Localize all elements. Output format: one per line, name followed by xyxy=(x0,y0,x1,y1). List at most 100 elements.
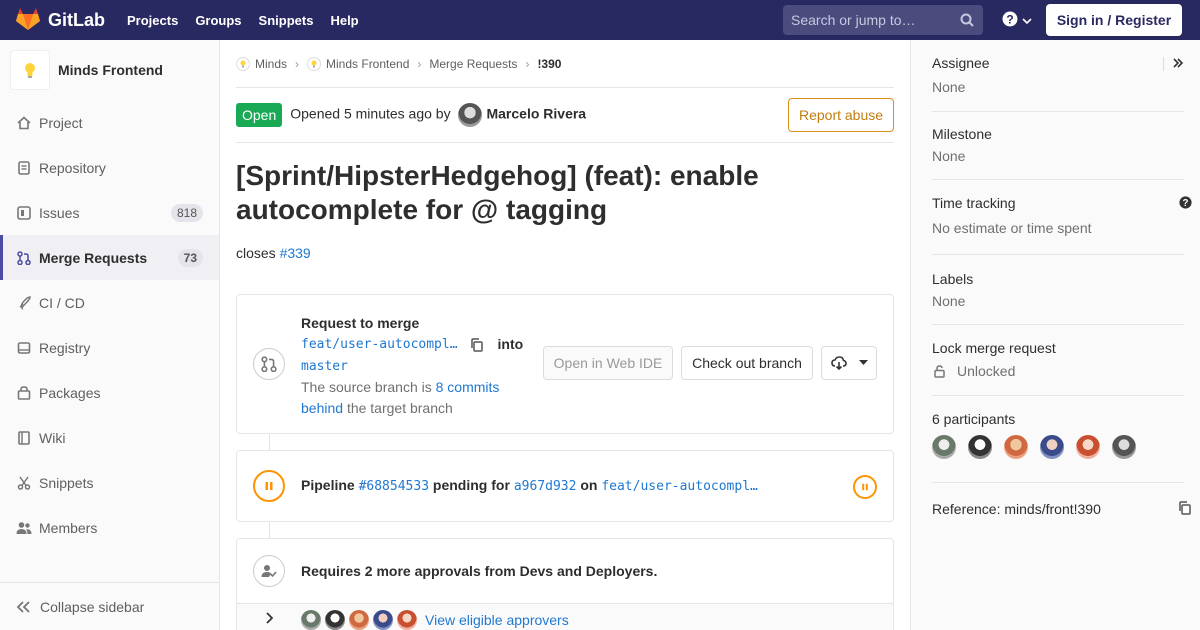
collapse-sidebar-button[interactable]: Collapse sidebar xyxy=(0,582,219,630)
doc-icon xyxy=(16,160,32,175)
approver-avatar[interactable] xyxy=(373,610,393,630)
sidebar-item-ci-cd[interactable]: CI / CD xyxy=(0,280,219,325)
pipeline-status-text: pending for xyxy=(432,477,510,493)
breadcrumb-minds[interactable]: Minds xyxy=(236,56,287,71)
help-dropdown[interactable]: ? xyxy=(1002,11,1032,30)
breadcrumb-current-mr[interactable]: !390 xyxy=(537,57,561,71)
pipeline-pending-icon[interactable] xyxy=(253,470,285,502)
pipeline-widget: Pipeline #68854533 pending for a967d932 … xyxy=(236,450,894,522)
divider xyxy=(932,482,1184,483)
divider xyxy=(932,111,1184,112)
participants-title: 6 participants xyxy=(932,411,1016,427)
sidebar-item-label: CI / CD xyxy=(39,294,85,311)
author-avatar[interactable] xyxy=(458,103,483,127)
issue-link[interactable]: #339 xyxy=(280,245,311,261)
sidebar-item-merge-requests[interactable]: Merge Requests 73 xyxy=(0,235,219,280)
report-abuse-button[interactable]: Report abuse xyxy=(788,98,894,132)
merge-requests-count-badge: 73 xyxy=(177,248,203,267)
sidebar-item-label: Repository xyxy=(39,159,106,176)
sign-in-button[interactable]: Sign in / Register xyxy=(1046,4,1182,36)
book-icon xyxy=(16,430,32,445)
sidebar-item-registry[interactable]: Registry xyxy=(0,325,219,370)
nav-help[interactable]: Help xyxy=(330,13,358,28)
approver-avatar[interactable] xyxy=(349,610,369,630)
search-input[interactable] xyxy=(791,12,956,28)
approval-icon xyxy=(253,555,285,587)
assignee-value: None xyxy=(932,79,966,95)
check-out-branch-button[interactable]: Check out branch xyxy=(681,346,813,380)
participant-avatar[interactable] xyxy=(1040,435,1064,459)
chevron-right-icon: › xyxy=(525,56,530,71)
nav-groups[interactable]: Groups xyxy=(195,13,241,28)
divider xyxy=(932,179,1184,180)
home-icon xyxy=(16,115,32,130)
milestone-value: None xyxy=(932,148,966,164)
labels-value: None xyxy=(932,293,966,309)
author-name[interactable]: Marcelo Rivera xyxy=(486,106,586,122)
approver-avatar[interactable] xyxy=(325,610,345,630)
left-sidebar: Minds Frontend Project Repository Issues… xyxy=(0,40,220,630)
nav-projects[interactable]: Projects xyxy=(127,13,178,28)
sidebar-item-members[interactable]: Members xyxy=(0,505,219,550)
sidebar-item-packages[interactable]: Packages xyxy=(0,370,219,415)
merge-request-icon xyxy=(16,250,32,265)
tanuki-icon xyxy=(16,7,40,33)
sidebar-item-label: Registry xyxy=(39,339,91,356)
approver-avatar[interactable] xyxy=(397,610,417,630)
question-icon[interactable]: ? xyxy=(1179,196,1192,209)
participant-avatar[interactable] xyxy=(932,435,956,459)
right-sidebar: Assignee None Milestone None Time tracki… xyxy=(910,40,1200,630)
issues-count-badge: 818 xyxy=(170,203,203,222)
approvals-widget: Requires 2 more approvals from Devs and … xyxy=(236,538,894,630)
source-branch-link[interactable]: feat/user-autocompl… xyxy=(301,334,458,355)
view-eligible-approvers-link[interactable]: View eligible approvers xyxy=(425,612,569,628)
widget-connector xyxy=(269,434,270,450)
package-icon xyxy=(16,385,32,400)
nav-snippets[interactable]: Snippets xyxy=(259,13,314,28)
sidebar-item-issues[interactable]: Issues 818 xyxy=(0,190,219,235)
mr-description: closes #339 xyxy=(236,245,894,261)
download-dropdown-button[interactable] xyxy=(821,346,877,380)
breadcrumb-minds-frontend[interactable]: Minds Frontend xyxy=(307,56,410,71)
sidebar-item-repository[interactable]: Repository xyxy=(0,145,219,190)
double-chevron-left-icon xyxy=(16,600,30,613)
pipeline-id-link[interactable]: #68854533 xyxy=(359,479,429,494)
sidebar-item-wiki[interactable]: Wiki xyxy=(0,415,219,460)
merge-info: Request to merge feat/user-autocompl… in… xyxy=(301,313,531,419)
gitlab-logo[interactable]: GitLab xyxy=(16,0,105,40)
participant-avatar[interactable] xyxy=(1004,435,1028,459)
svg-text:?: ? xyxy=(1006,13,1013,27)
reference-block: Reference: minds/front!390 xyxy=(932,501,1191,517)
sidebar-item-label: Wiki xyxy=(39,429,66,446)
participant-avatar[interactable] xyxy=(968,435,992,459)
breadcrumb: Minds › Minds Frontend › Merge Requests … xyxy=(236,40,894,88)
breadcrumb-merge-requests[interactable]: Merge Requests xyxy=(429,57,517,71)
participant-avatar[interactable] xyxy=(1112,435,1136,459)
time-tracking-title: Time tracking xyxy=(932,195,1016,211)
expand-sidebar-icon[interactable] xyxy=(1173,58,1183,68)
request-to-merge-title: Request to merge xyxy=(301,315,420,331)
chevron-right-icon: › xyxy=(295,56,300,71)
rocket-icon xyxy=(16,295,32,310)
breadcrumb-label: Minds Frontend xyxy=(326,56,410,71)
pipeline-info: Pipeline #68854533 pending for a967d932 … xyxy=(301,477,758,494)
copy-icon[interactable] xyxy=(1178,501,1192,515)
participant-avatar[interactable] xyxy=(1076,435,1100,459)
top-navbar: GitLab Projects Groups Snippets Help ? S… xyxy=(0,0,1200,40)
stage-pending-icon[interactable] xyxy=(853,475,877,499)
project-header[interactable]: Minds Frontend xyxy=(0,40,219,100)
divider xyxy=(932,395,1184,396)
lock-value: Unlocked xyxy=(957,363,1016,379)
target-branch-link[interactable]: master xyxy=(301,359,348,374)
sidebar-item-snippets[interactable]: Snippets xyxy=(0,460,219,505)
pipeline-branch-link[interactable]: feat/user-autocompl… xyxy=(601,479,758,494)
search-icon[interactable] xyxy=(960,13,974,30)
chevron-right-icon[interactable] xyxy=(265,612,273,624)
approver-avatar[interactable] xyxy=(301,610,321,630)
brand-name: GitLab xyxy=(48,9,105,30)
open-web-ide-button[interactable]: Open in Web IDE xyxy=(543,346,673,380)
sidebar-item-project[interactable]: Project xyxy=(0,100,219,145)
commit-link[interactable]: a967d932 xyxy=(514,479,577,494)
milestone-title: Milestone xyxy=(932,126,992,142)
copy-icon[interactable] xyxy=(470,337,484,352)
